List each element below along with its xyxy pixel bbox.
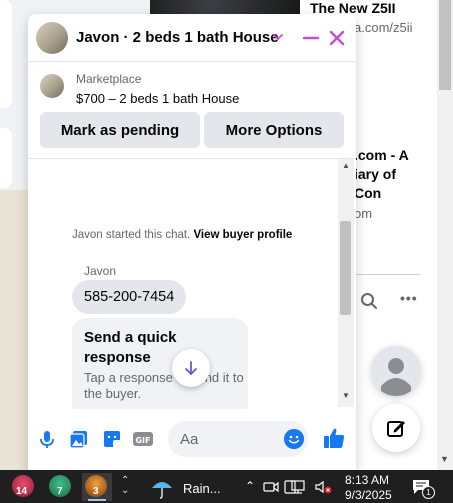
thumbs-up-icon[interactable] [322, 426, 346, 450]
show-hidden-icons-icon[interactable]: ⌃ [245, 479, 255, 493]
sender-name: Javon [84, 264, 117, 278]
chevron-icon[interactable]: ⌃ ⌄ [121, 476, 129, 496]
emoji-icon[interactable] [284, 429, 304, 449]
chat-started-text: Javon started this chat. [72, 229, 191, 241]
post-url[interactable]: a.com/z5ii [354, 20, 413, 35]
chat-head-avatar[interactable] [371, 346, 421, 396]
minimize-icon[interactable] [300, 27, 322, 49]
message-input[interactable]: Aa [168, 421, 308, 457]
arrow-down-icon [185, 361, 197, 376]
quick-response-subtitle: Tap a response to send it to the buyer. [84, 370, 244, 401]
message-list[interactable]: Javon started this chat. View buyer prof… [28, 159, 356, 409]
background-panel [0, 190, 28, 470]
scroll-to-bottom-button[interactable] [172, 349, 210, 387]
marketplace-label: Marketplace [76, 72, 142, 86]
taskbar-app[interactable]: 14 [9, 473, 39, 501]
message-bubble[interactable]: 585-200-7454 [72, 280, 187, 314]
clock-date[interactable]: 9/3/2025 [345, 488, 392, 502]
scrollbar-thumb[interactable] [439, 0, 451, 90]
gif-icon[interactable]: GIF [132, 428, 154, 450]
link-title[interactable]: .com - A iary of Con [354, 146, 434, 203]
view-buyer-profile-link[interactable]: View buyer profile [193, 229, 292, 241]
more-options-button[interactable]: More Options [204, 112, 344, 148]
background-card [0, 128, 12, 188]
listing-title[interactable]: $700 – 2 beds 1 bath House [76, 91, 239, 106]
scroll-up-arrow-icon[interactable]: ▲ [342, 161, 350, 170]
notification-count-badge: 1 [422, 486, 435, 499]
network-icon[interactable] [291, 480, 309, 494]
scrollbar-thumb[interactable] [340, 221, 351, 315]
quick-response-card[interactable]: Send a quick response Tap a response to … [72, 318, 248, 409]
more-icon[interactable]: ••• [400, 290, 418, 306]
volume-muted-icon[interactable] [314, 480, 334, 494]
chat-started-notice: Javon started this chat. View buyer prof… [72, 229, 292, 241]
taskbar-app[interactable]: 7 [46, 473, 76, 501]
app-badge: 7 [57, 486, 63, 497]
new-message-button[interactable] [372, 404, 420, 452]
chat-title[interactable]: Javon · 2 beds 1 bath House [76, 29, 279, 46]
microphone-icon[interactable] [36, 428, 58, 450]
photo-icon[interactable] [68, 428, 90, 450]
search-icon[interactable] [360, 292, 378, 310]
link-domain: om [354, 206, 373, 221]
close-icon[interactable] [326, 27, 348, 49]
chevron-down-icon[interactable] [271, 30, 285, 44]
chat-scrollbar[interactable]: ▲ ▼ [338, 159, 354, 407]
message-composer: GIF Aa [28, 414, 356, 464]
umbrella-icon[interactable] [150, 477, 174, 499]
app-badge: 14 [16, 486, 28, 497]
divider [354, 274, 420, 275]
chat-window: Javon · 2 beds 1 bath House Marketplace … [28, 14, 356, 470]
meet-icon[interactable] [263, 480, 279, 494]
message-input-placeholder: Aa [180, 431, 199, 448]
svg-text:GIF: GIF [135, 436, 150, 445]
avatar[interactable] [36, 22, 68, 54]
person-icon [381, 358, 411, 396]
page-scrollbar[interactable]: ▼ [437, 0, 453, 470]
sticker-icon[interactable] [101, 428, 123, 450]
scroll-down-arrow-icon[interactable]: ▼ [440, 454, 449, 464]
taskbar: 14 7 3 ⌃ ⌄ Rain... ⌃ 8:13 AM 9/3/2025 1 [0, 470, 453, 503]
listing-thumbnail[interactable] [40, 74, 64, 98]
scroll-down-arrow-icon[interactable]: ▼ [342, 391, 350, 400]
clock-time[interactable]: 8:13 AM [345, 473, 389, 487]
compose-icon [387, 421, 405, 437]
background-card [0, 0, 12, 108]
mark-as-pending-button[interactable]: Mark as pending [40, 112, 200, 148]
chat-header[interactable]: Javon · 2 beds 1 bath House [28, 14, 356, 62]
taskbar-app-active[interactable]: 3 [82, 473, 112, 501]
weather-label[interactable]: Rain... [183, 481, 221, 496]
app-badge: 3 [93, 486, 99, 497]
